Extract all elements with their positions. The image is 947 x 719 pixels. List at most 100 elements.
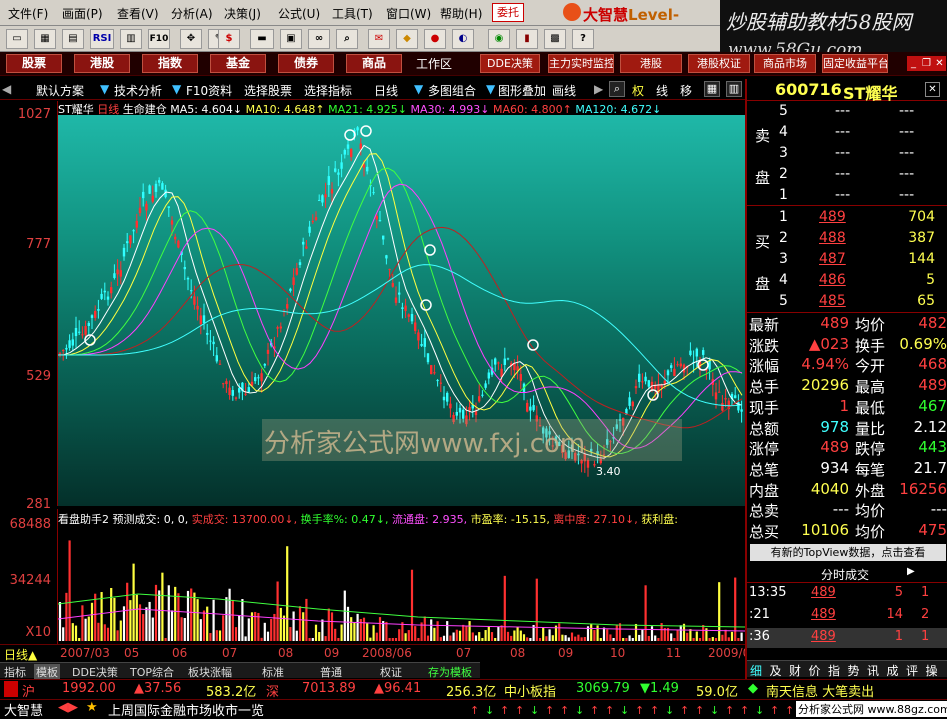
panel-tab[interactable]: 财 [789,662,801,679]
diamond-icon[interactable]: ◆ [396,29,418,49]
close-panel-icon[interactable]: ✕ [925,82,940,97]
draw-icon[interactable]: ✥ [180,29,202,49]
binoculars-icon[interactable]: ∞ [308,29,330,49]
help-icon[interactable]: ? [572,29,594,49]
dropdown-icon[interactable]: ▼ [486,82,495,96]
tab-normal[interactable]: 普通 [320,664,342,680]
eraser-icon[interactable]: ● [424,29,446,49]
buy-price[interactable]: 485 [819,293,846,309]
k-icon[interactable]: ▥ [120,29,142,49]
toggle-icon[interactable]: ◐ [452,29,474,49]
tab-fund[interactable]: 基金 [210,54,266,73]
period-button[interactable]: 日线 [374,82,398,99]
panel-tab[interactable]: 价 [809,662,821,679]
news-ticker[interactable]: 南天信息 大笔卖出 [766,681,874,700]
tab-stock[interactable]: 股票 [6,54,62,73]
delegate-button[interactable]: 委托 [492,3,524,22]
table-icon[interactable]: ▤ [62,29,84,49]
tab-fixed-income[interactable]: 固定收益平台 [822,54,888,73]
card-icon[interactable]: ▣ [280,29,302,49]
dropdown-icon[interactable]: ▼ [100,82,109,96]
tab-warrant[interactable]: 权证 [380,664,402,680]
tab-save-template[interactable]: 存为模板 [428,664,472,680]
default-scheme-button[interactable]: 默认方案 [36,82,84,99]
close-icon[interactable]: ✕ [933,56,946,71]
sms-icon[interactable]: ✉ [368,29,390,49]
menu-help[interactable]: 帮助(H) [440,5,482,22]
sz-label[interactable]: 深 [266,681,279,700]
tab-index[interactable]: 指数 [142,54,198,73]
select-indicator-button[interactable]: 选择指标 [304,82,352,99]
chart-icon[interactable]: ▦ [34,29,56,49]
grid-icon[interactable]: ▩ [544,29,566,49]
tab-main-force[interactable]: 主力实时监控 [548,54,614,73]
menu-file[interactable]: 文件(F) [8,5,48,22]
topview-button[interactable]: 有新的TopView数据，点击查看 [750,544,946,561]
menu-view[interactable]: 查看(V) [117,5,159,22]
restore-icon[interactable]: ❐ [920,56,933,71]
tab-standard[interactable]: 标准 [262,664,284,680]
tab-hk-quick[interactable]: 港股 [620,54,682,73]
search-icon[interactable]: ⌕ [609,81,625,97]
tick-menu-icon[interactable]: ▶ [907,566,915,577]
panel-tab[interactable]: 讯 [867,662,879,679]
panel-tab[interactable]: 评 [906,662,918,679]
date-period-label[interactable]: 日线▲ [4,646,37,663]
tab-dde[interactable]: DDE决策 [480,54,540,73]
grid-icon[interactable]: ▦ [704,81,720,97]
tab-commodity-market[interactable]: 商品市场 [754,54,816,73]
tab-top[interactable]: TOP综合 [130,664,174,680]
dollar-icon[interactable]: $ [218,29,240,49]
right-weight-button[interactable]: 权 [632,82,644,99]
buy-price[interactable]: 488 [819,230,846,246]
prev-news-icon[interactable]: ◀▶ [58,700,78,715]
line-button[interactable]: 线 [656,82,668,99]
menu-decision[interactable]: 决策(J) [224,5,261,22]
overlay-button[interactable]: 图形叠加 [498,82,546,99]
sme-label[interactable]: 中小板指 [504,681,556,700]
globe-icon[interactable]: ◉ [488,29,510,49]
panel-tab[interactable]: 及 [770,662,782,679]
scroll-right-icon[interactable]: ▶ [594,82,603,96]
select-stock-button[interactable]: 选择股票 [244,82,292,99]
buy-price[interactable]: 486 [819,272,846,288]
move-button[interactable]: 移 [680,82,692,99]
tab-dde-decision[interactable]: DDE决策 [72,664,118,680]
panel-tab[interactable]: 指 [828,662,840,679]
menu-formula[interactable]: 公式(U) [278,5,320,22]
rsi-icon[interactable]: RSI [90,29,114,49]
buy-price[interactable]: 487 [819,251,846,267]
multi-chart-button[interactable]: 多图组合 [428,82,476,99]
flag-icon[interactable]: ▬ [250,29,274,49]
tab-indicator[interactable]: 指标 [4,664,26,680]
work-area-label[interactable]: 工作区 [416,55,452,72]
sh-label[interactable]: 沪 [22,681,35,700]
tab-template[interactable]: 模板 [34,664,60,680]
menu-window[interactable]: 窗口(W) [386,5,431,22]
layout-icon[interactable]: ▥ [726,81,742,97]
tab-hk[interactable]: 港股 [74,54,130,73]
volume-chart[interactable] [57,509,746,644]
dropdown-icon[interactable]: ▼ [414,82,423,96]
tick-selected-row[interactable] [747,628,947,648]
tab-sector[interactable]: 板块涨幅 [188,664,232,680]
panel-tab[interactable]: 细 [750,662,762,679]
news-headline[interactable]: 上周国际金融市场收市一览 [108,700,264,719]
panel-tab[interactable]: 成 [887,662,899,679]
drawline-button[interactable]: 画线 [552,82,576,99]
scroll-left-icon[interactable]: ◀ [2,82,11,96]
search-icon[interactable]: ⌕ [336,29,358,49]
dropdown-icon[interactable]: ▼ [172,82,181,96]
tab-commodity[interactable]: 商品 [346,54,402,73]
tab-hk-warrant[interactable]: 港股权证 [688,54,750,73]
f10-button[interactable]: F10资料 [186,82,232,99]
panel-tab[interactable]: 操 [926,662,938,679]
menu-screen[interactable]: 画面(P) [62,5,103,22]
buy-price[interactable]: 489 [819,209,846,225]
book-icon[interactable]: ▮ [516,29,538,49]
kline-chart[interactable]: 分析家公式网www.fxj.com 3.40 [57,115,745,506]
minimize-icon[interactable]: _ [907,56,920,71]
tab-bond[interactable]: 债券 [278,54,334,73]
menu-tools[interactable]: 工具(T) [332,5,373,22]
panel-tab[interactable]: 势 [848,662,860,679]
